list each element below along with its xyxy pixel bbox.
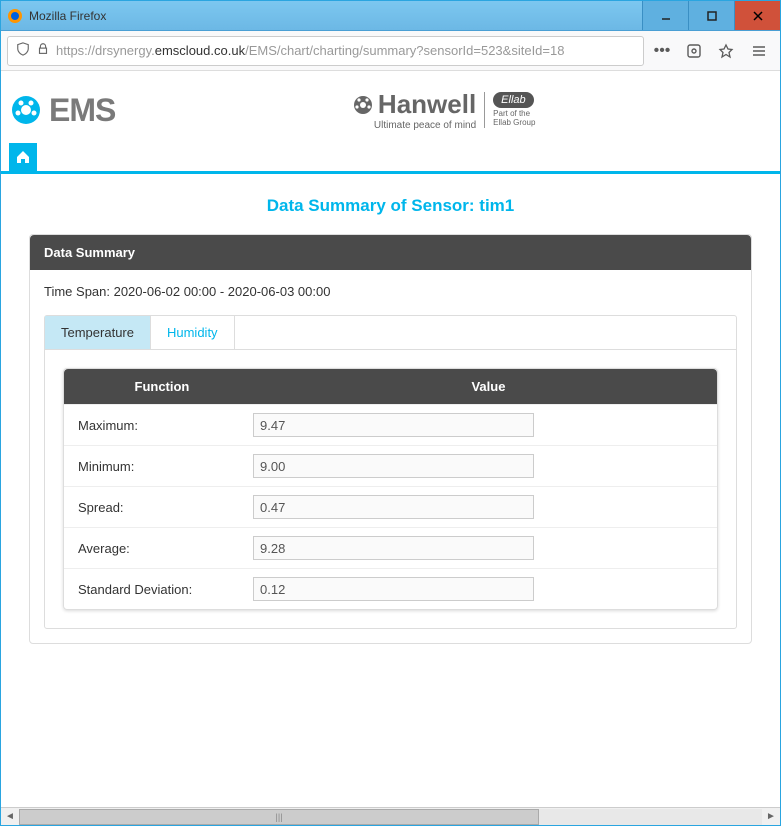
page-title: Data Summary of Sensor: tim1	[1, 174, 780, 234]
row-label: Spread:	[78, 500, 253, 515]
tab-humidity[interactable]: Humidity	[151, 316, 235, 349]
row-value[interactable]	[253, 495, 534, 519]
nav-bar	[1, 143, 780, 171]
minimize-button[interactable]	[642, 1, 688, 30]
home-icon	[15, 149, 31, 165]
scroll-right-arrow[interactable]: ►	[762, 809, 780, 825]
data-table: Function Value Maximum: Minimum: Spr	[63, 368, 718, 610]
ems-label: EMS	[49, 92, 115, 129]
row-label: Minimum:	[78, 459, 253, 474]
reader-icon[interactable]	[680, 37, 708, 65]
horizontal-scrollbar[interactable]: ◄ ||| ►	[1, 807, 780, 825]
url-text: https://drsynergy.emscloud.co.uk/EMS/cha…	[56, 43, 564, 58]
col-value: Value	[260, 379, 717, 394]
home-button[interactable]	[9, 143, 37, 171]
data-summary-panel: Data Summary Time Span: 2020-06-02 00:00…	[29, 234, 752, 644]
row-value[interactable]	[253, 536, 534, 560]
hanwell-gear-icon	[352, 94, 374, 116]
row-value[interactable]	[253, 577, 534, 601]
gear-icon	[9, 93, 43, 127]
menu-button[interactable]	[744, 36, 774, 66]
row-value[interactable]	[253, 454, 534, 478]
hanwell-label: Hanwell	[378, 89, 476, 120]
row-label: Standard Deviation:	[78, 582, 253, 597]
ellab-label: Ellab	[493, 92, 533, 108]
tabs-container: Temperature Humidity Function Value Maxi…	[44, 315, 737, 629]
hanwell-tagline: Ultimate peace of mind	[374, 120, 476, 131]
tab-list: Temperature Humidity	[45, 316, 736, 350]
table-row: Minimum:	[64, 445, 717, 486]
close-button[interactable]	[734, 1, 780, 30]
browser-toolbar: https://drsynergy.emscloud.co.uk/EMS/cha…	[1, 31, 780, 71]
timespan-label: Time Span: 2020-06-02 00:00 - 2020-06-03…	[44, 284, 737, 299]
page-actions-icon[interactable]: •••	[648, 37, 676, 65]
hanwell-logo: Hanwell Ultimate peace of mind Ellab Par…	[352, 89, 536, 131]
maximize-button[interactable]	[688, 1, 734, 30]
lock-icon	[36, 42, 50, 59]
tab-content: Function Value Maximum: Minimum: Spr	[45, 350, 736, 628]
row-label: Average:	[78, 541, 253, 556]
page-header: EMS Hanwell Ultimate peace of mind Ellab…	[1, 71, 780, 143]
tab-temperature[interactable]: Temperature	[45, 316, 151, 349]
bookmark-star-icon[interactable]	[712, 37, 740, 65]
url-bar[interactable]: https://drsynergy.emscloud.co.uk/EMS/cha…	[7, 36, 644, 66]
table-row: Spread:	[64, 486, 717, 527]
scroll-left-arrow[interactable]: ◄	[1, 809, 19, 825]
firefox-icon	[7, 8, 23, 24]
row-value[interactable]	[253, 413, 534, 437]
panel-header: Data Summary	[30, 235, 751, 270]
window-titlebar: Mozilla Firefox	[1, 1, 780, 31]
page-content: EMS Hanwell Ultimate peace of mind Ellab…	[1, 71, 780, 807]
scroll-track[interactable]: |||	[19, 809, 762, 825]
shield-icon	[16, 42, 30, 59]
table-row: Maximum:	[64, 404, 717, 445]
row-label: Maximum:	[78, 418, 253, 433]
ellab-block: Ellab Part of the Ellab Group	[484, 92, 535, 128]
ems-logo: EMS	[9, 92, 115, 129]
scroll-thumb[interactable]: |||	[19, 809, 539, 825]
table-header: Function Value	[64, 369, 717, 404]
table-row: Standard Deviation:	[64, 568, 717, 609]
col-function: Function	[64, 379, 260, 394]
window-title: Mozilla Firefox	[29, 9, 642, 23]
table-row: Average:	[64, 527, 717, 568]
